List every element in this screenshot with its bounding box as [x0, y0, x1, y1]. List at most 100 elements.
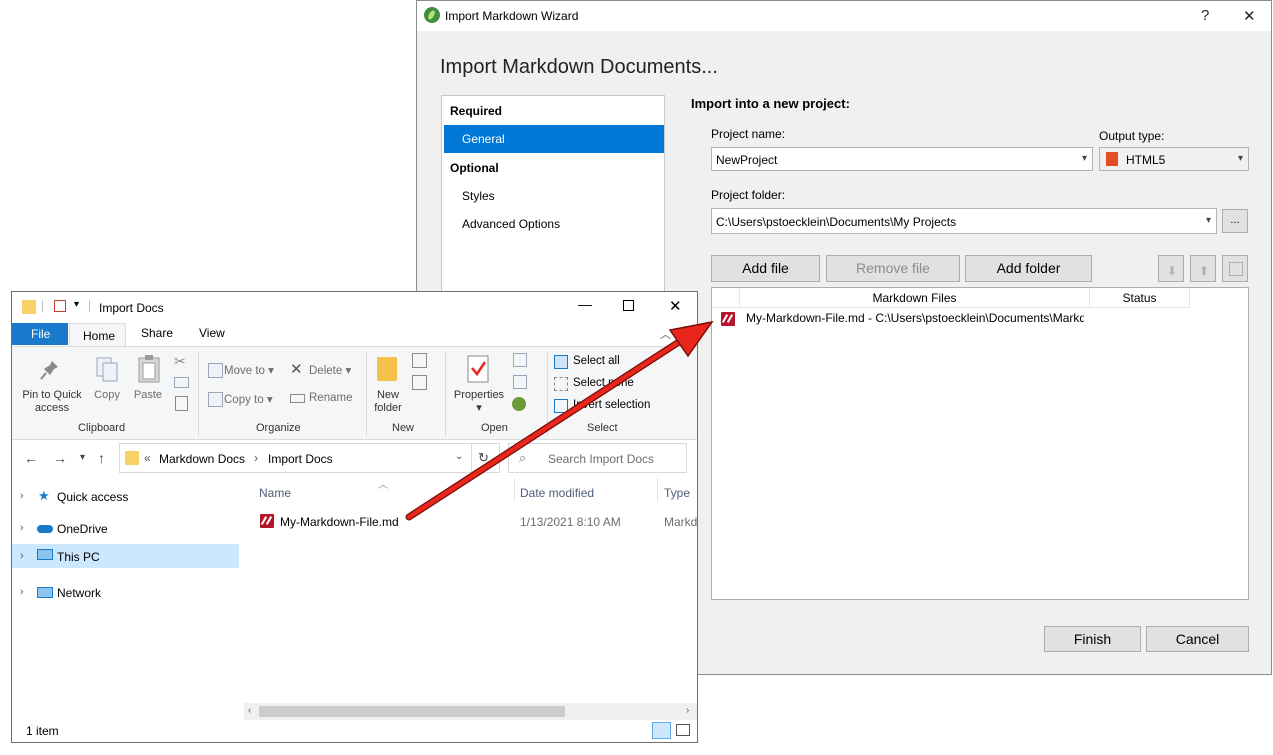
nav-item-onedrive[interactable]: › OneDrive [12, 512, 240, 544]
ribbon-separator [366, 351, 367, 437]
easy-access-icon[interactable] [412, 375, 427, 390]
breadcrumb-overflow-icon[interactable]: « [144, 451, 151, 465]
paste-button[interactable]: Paste [131, 389, 165, 401]
column-header-type[interactable]: Type [664, 486, 690, 500]
title-separator: | [88, 298, 92, 312]
ribbon-separator [547, 351, 548, 437]
nav-item-quick-access[interactable]: › ★ Quick access [12, 480, 240, 512]
paste-shortcut-icon[interactable] [175, 396, 188, 411]
properties-quick-icon[interactable] [54, 300, 66, 312]
move-up-button[interactable]: ⬆ [1190, 255, 1216, 282]
refresh-button[interactable]: ↻ [472, 443, 500, 473]
new-folder-button[interactable]: New folder [372, 389, 404, 415]
select-none-button[interactable]: Select none [573, 377, 634, 389]
copy-button[interactable]: Copy [91, 389, 123, 401]
title-separator: | [41, 298, 45, 312]
project-name-combo[interactable]: NewProject ▾ [711, 147, 1093, 171]
chevron-right-icon[interactable]: › [20, 550, 24, 562]
explorer-close-button[interactable]: ✕ [669, 297, 682, 315]
output-type-select[interactable]: HTML5 ▾ [1099, 147, 1249, 171]
arrow-down-icon: ⬇ [1167, 264, 1178, 278]
delete-label: Delete [309, 365, 343, 377]
open-icon[interactable] [513, 353, 527, 367]
finish-button[interactable]: Finish [1044, 626, 1141, 652]
nav-item-advanced-options[interactable]: Advanced Options [462, 217, 560, 231]
search-box[interactable]: ⌕ Search Import Docs [508, 443, 687, 473]
back-button[interactable]: ← [24, 450, 38, 466]
details-view-button[interactable] [652, 722, 671, 739]
tab-file[interactable]: File [12, 323, 68, 345]
output-type-value: HTML5 [1126, 153, 1166, 167]
add-folder-button[interactable]: Add folder [965, 255, 1092, 282]
quick-access-toolbar-chevron-icon[interactable]: ▾ [74, 299, 79, 310]
delete-button[interactable]: Delete ▾ [309, 363, 351, 377]
move-down-button[interactable]: ⬇ [1158, 255, 1184, 282]
wizard-close-button[interactable]: ✕ [1243, 7, 1256, 25]
new-item-icon[interactable] [412, 353, 427, 368]
tab-view[interactable]: View [199, 326, 225, 340]
list-item[interactable]: My-Markdown-File.md - C:\Users\pstoeckle… [712, 309, 1248, 327]
ribbon-separator [198, 351, 199, 437]
copy-to-button[interactable]: Copy to ▾ [224, 392, 273, 406]
collapse-ribbon-icon[interactable]: ︿ [660, 326, 671, 342]
cut-icon[interactable]: ✂ [174, 353, 186, 370]
star-icon: ★ [38, 488, 50, 503]
horizontal-scrollbar[interactable]: ‹ › [244, 703, 697, 720]
help-button[interactable]: ? [1201, 7, 1209, 24]
cancel-button[interactable]: Cancel [1146, 626, 1249, 652]
sort-indicator-icon: ︿ [378, 480, 388, 491]
large-icons-view-button[interactable] [676, 724, 690, 736]
invert-selection-button[interactable]: Invert selection [573, 399, 650, 411]
column-divider[interactable] [657, 478, 658, 502]
nav-item-network[interactable]: › Network [12, 576, 240, 608]
select-all-button[interactable]: Select all [573, 355, 620, 367]
maximize-button[interactable] [623, 300, 634, 311]
nav-item-general[interactable]: General [444, 125, 664, 153]
address-history-chevron-icon[interactable]: ⌄ [455, 451, 463, 462]
breadcrumb-markdown-docs[interactable]: Markdown Docs [159, 452, 245, 466]
markdown-file-icon [721, 312, 735, 326]
add-file-button[interactable]: Add file [711, 255, 820, 282]
recent-locations-chevron-icon[interactable]: ▾ [80, 452, 85, 463]
clear-icon [1229, 262, 1243, 276]
copy-path-icon[interactable] [174, 377, 189, 388]
tab-home[interactable]: Home [69, 323, 126, 346]
chevron-right-icon[interactable]: › [20, 522, 24, 534]
column-divider[interactable] [514, 478, 515, 502]
explorer-title: Import Docs [99, 301, 164, 315]
move-to-button[interactable]: Move to ▾ [224, 363, 274, 377]
nav-item-this-pc[interactable]: › This PC [12, 544, 239, 568]
address-bar[interactable]: « Markdown Docs › Import Docs ⌄ [119, 443, 472, 473]
project-folder-value: C:\Users\pstoecklein\Documents\My Projec… [716, 215, 957, 229]
chevron-right-icon[interactable]: › [20, 586, 24, 598]
scroll-right-icon[interactable]: › [686, 705, 689, 716]
table-row[interactable]: My-Markdown-File.md 1/13/2021 8:10 AM Ma… [252, 510, 697, 532]
browse-folder-button[interactable]: ... [1222, 209, 1248, 233]
nav-item-styles[interactable]: Styles [462, 189, 495, 203]
chevron-right-icon[interactable]: › [20, 490, 24, 502]
up-button[interactable]: ↑ [98, 450, 105, 466]
column-header-name[interactable]: Name [259, 486, 291, 500]
folder-icon [125, 451, 139, 465]
history-icon[interactable] [512, 397, 526, 411]
scroll-left-icon[interactable]: ‹ [248, 705, 251, 716]
edit-icon[interactable] [513, 375, 527, 389]
rename-button[interactable]: Rename [309, 392, 352, 404]
pin-to-quick-access-button[interactable]: Pin to Quick access [17, 389, 87, 415]
tab-share[interactable]: Share [141, 326, 173, 340]
markdown-files-list[interactable]: Markdown Files Status My-Markdown-File.m… [711, 287, 1249, 600]
project-folder-combo[interactable]: C:\Users\pstoecklein\Documents\My Projec… [711, 208, 1217, 234]
help-icon[interactable] [680, 326, 694, 340]
column-header-date-modified[interactable]: Date modified [520, 486, 594, 500]
column-header-status[interactable]: Status [1090, 288, 1190, 308]
forward-button[interactable]: → [53, 450, 67, 466]
minimize-button[interactable]: — [578, 296, 592, 312]
scrollbar-thumb[interactable] [259, 706, 565, 717]
properties-button[interactable]: Properties ▾ [452, 389, 506, 414]
remove-file-button[interactable]: Remove file [826, 255, 960, 282]
breadcrumb-import-docs[interactable]: Import Docs [268, 452, 333, 466]
paste-icon [138, 355, 160, 383]
clear-list-button[interactable] [1222, 255, 1248, 282]
nav-group-required: Required [450, 104, 503, 118]
column-header-markdown-files[interactable]: Markdown Files [740, 288, 1090, 308]
